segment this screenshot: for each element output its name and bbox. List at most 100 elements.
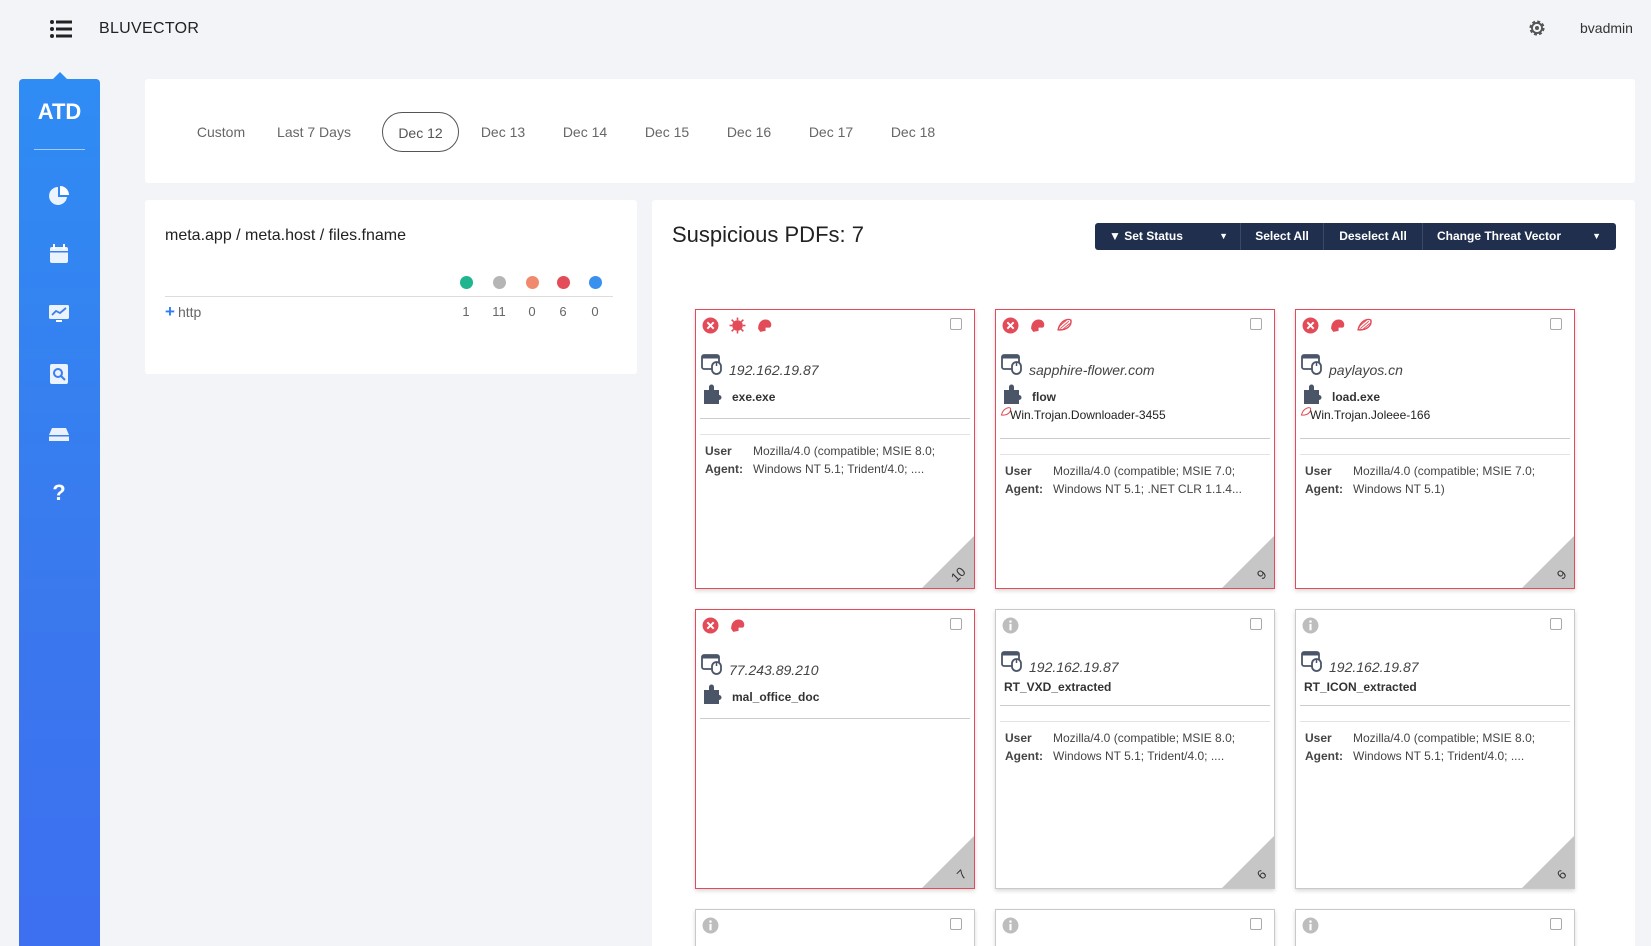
- set-status-button[interactable]: ▼ Set Status ▼: [1095, 223, 1240, 250]
- threat-x-icon: [1002, 317, 1019, 334]
- action-toolbar: ▼ Set Status ▼ Select All Deselect All C…: [1095, 223, 1616, 250]
- check-icon: [460, 276, 473, 289]
- date-tab-dec-14[interactable]: Dec 14: [555, 112, 615, 152]
- card-threat-name: Win.Trojan.Downloader-3455: [1010, 408, 1166, 422]
- date-tab-dec-18[interactable]: Dec 18: [883, 112, 943, 152]
- menu-icon[interactable]: [50, 20, 72, 38]
- select-checkbox[interactable]: [1250, 618, 1262, 630]
- monitor-chart-icon[interactable]: [47, 302, 71, 326]
- puzzle-icon: [701, 682, 725, 706]
- card-filename: RT_ICON_extracted: [1304, 680, 1417, 694]
- change-threat-vector-button[interactable]: Change Threat Vector ▼: [1423, 223, 1613, 250]
- tree-row-http[interactable]: + http: [165, 302, 201, 322]
- helmet-icon: [1029, 317, 1046, 334]
- tree-row-label: http: [177, 304, 202, 320]
- card-filename: flow: [1032, 390, 1056, 404]
- card-divider: [1000, 454, 1270, 455]
- sidebar-logo[interactable]: ATD: [19, 99, 100, 125]
- expand-icon[interactable]: +: [165, 302, 175, 321]
- brand-name: BLUVECTOR: [99, 20, 200, 37]
- date-tab-dec-13[interactable]: Dec 13: [473, 112, 533, 152]
- card-host: sapphire-flower.com: [1029, 362, 1155, 378]
- card-divider: [1300, 438, 1570, 439]
- pdf-card[interactable]: [995, 909, 1275, 946]
- threat-icons: [1002, 317, 1073, 334]
- select-checkbox[interactable]: [950, 618, 962, 630]
- web-source-icon: [701, 354, 723, 376]
- card-host: 77.243.89.210: [729, 662, 819, 678]
- top-bar: BLUVECTOR bvadmin: [0, 0, 1651, 60]
- select-checkbox[interactable]: [950, 918, 962, 930]
- threat-icons: [702, 317, 773, 334]
- select-checkbox[interactable]: [1550, 918, 1562, 930]
- date-tab-dec-15[interactable]: Dec 15: [637, 112, 697, 152]
- help-icon[interactable]: ?: [47, 480, 71, 504]
- user-agent-value: Mozilla/4.0 (compatible; MSIE 7.0; Window…: [1053, 464, 1242, 496]
- unknown-icon: [589, 276, 602, 289]
- select-checkbox[interactable]: [1550, 318, 1562, 330]
- pdf-card[interactable]: 192.162.19.87 RT_ICON_extracted User Agent…: [1295, 609, 1575, 889]
- threat-x-icon: [702, 617, 719, 634]
- threat-icons: [1302, 617, 1319, 634]
- pdf-card[interactable]: sapphire-flower.com flow Win.Trojan.Down…: [995, 309, 1275, 589]
- date-filter-panel: Custom Last 7 Days Dec 12 Dec 13 Dec 14 …: [145, 79, 1635, 183]
- card-divider: [1000, 721, 1270, 722]
- date-tab-dec-17[interactable]: Dec 17: [801, 112, 861, 152]
- user-menu[interactable]: bvadmin: [1580, 20, 1633, 36]
- pdf-card[interactable]: [1295, 909, 1575, 946]
- date-tab-custom[interactable]: Custom: [191, 112, 251, 152]
- tree-count-error: 6: [559, 304, 567, 319]
- select-checkbox[interactable]: [1250, 918, 1262, 930]
- info-icon: [702, 917, 719, 934]
- select-checkbox[interactable]: [950, 318, 962, 330]
- card-divider: [1300, 705, 1570, 706]
- search-doc-icon[interactable]: [47, 362, 71, 386]
- gear-icon[interactable]: [1526, 17, 1548, 39]
- info-icon: [1302, 617, 1319, 634]
- card-host: 192.162.19.87: [1329, 659, 1419, 675]
- date-tab-dec-16[interactable]: Dec 16: [719, 112, 779, 152]
- tree-count-info: 11: [492, 304, 506, 319]
- threat-icons: [702, 917, 719, 934]
- virus-icon: [729, 317, 746, 334]
- web-source-icon: [701, 654, 723, 676]
- pdf-card[interactable]: paylayos.cn load.exe Win.Trojan.Joleee-1…: [1295, 309, 1575, 589]
- deselect-all-button[interactable]: Deselect All: [1324, 223, 1422, 250]
- chevron-down-icon: ▼: [1219, 231, 1228, 241]
- pdf-card[interactable]: [695, 909, 975, 946]
- card-host: 192.162.19.87: [1029, 659, 1119, 675]
- select-all-button[interactable]: Select All: [1241, 223, 1323, 250]
- date-tab-dec-12[interactable]: Dec 12: [382, 112, 459, 152]
- select-checkbox[interactable]: [1250, 318, 1262, 330]
- date-tab-last-7-days[interactable]: Last 7 Days: [274, 112, 354, 152]
- user-agent-label: User Agent:: [1005, 731, 1043, 763]
- helmet-icon: [756, 317, 773, 334]
- info-icon: [1002, 617, 1019, 634]
- sidebar: ATD ?: [19, 72, 100, 946]
- user-agent-value: Mozilla/4.0 (compatible; MSIE 8.0; Window…: [1353, 731, 1536, 763]
- select-checkbox[interactable]: [1550, 618, 1562, 630]
- drive-icon[interactable]: [47, 422, 71, 446]
- threat-x-icon: [1302, 317, 1319, 334]
- pdf-card[interactable]: 77.243.89.210 mal_office_doc 7: [695, 609, 975, 889]
- tree-panel: meta.app / meta.host / files.fname + http…: [145, 200, 637, 374]
- card-divider: [700, 418, 970, 419]
- tree-divider: [165, 296, 613, 297]
- tree-count-ok: 1: [462, 304, 470, 319]
- tree-title: meta.app / meta.host / files.fname: [165, 227, 407, 244]
- card-filename: exe.exe: [732, 390, 776, 404]
- pdf-card[interactable]: 192.162.19.87 RT_VXD_extracted User Agent:…: [995, 609, 1275, 889]
- info-icon: [1002, 917, 1019, 934]
- threat-icons: [1302, 317, 1373, 334]
- pie-chart-icon[interactable]: [47, 184, 71, 208]
- card-divider: [700, 434, 970, 435]
- tree-count-warning: 0: [528, 304, 536, 319]
- info-icon: [1302, 917, 1319, 934]
- web-source-icon: [1301, 354, 1323, 376]
- puzzle-icon: [1301, 382, 1325, 406]
- score-corner: [922, 536, 974, 588]
- user-agent-label: User Agent:: [1305, 464, 1343, 496]
- web-source-icon: [1301, 651, 1323, 673]
- pdf-card[interactable]: 192.162.19.87 exe.exe User Agent: Mozilla…: [695, 309, 975, 589]
- calendar-icon[interactable]: [47, 242, 71, 266]
